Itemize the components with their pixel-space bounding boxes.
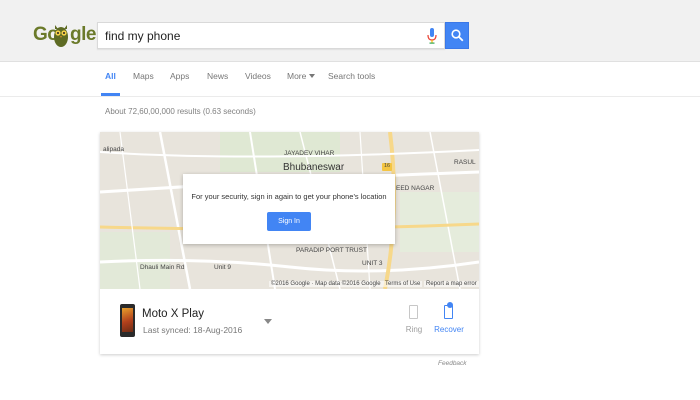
google-doodle-logo[interactable]: Go gle <box>30 20 96 52</box>
result-stats: About 72,60,00,000 results (0.63 seconds… <box>105 107 256 116</box>
recover-button[interactable]: Recover <box>429 302 469 344</box>
microphone-icon[interactable] <box>426 28 438 44</box>
chevron-down-icon <box>309 74 316 78</box>
map-label-dhauli-main-rd: Dhauli Main Rd <box>140 264 185 271</box>
find-my-phone-card: alipada JAYADEV VIHAR Bhubaneswar 16 RAS… <box>100 132 479 354</box>
map-copyright: ©2016 Google · Map data ©2016 Google <box>269 281 383 287</box>
sign-in-button[interactable]: Sign In <box>267 212 311 231</box>
signin-message: For your security, sign in again to get … <box>191 192 387 201</box>
map-terms-link[interactable]: Terms of Use <box>383 281 423 287</box>
ring-label: Ring <box>405 325 423 334</box>
map-label-alipada: alipada <box>103 146 124 153</box>
map-label-jayadev-vihar: JAYADEV VIHAR <box>284 150 335 157</box>
tab-apps-label: Apps <box>170 71 190 81</box>
last-synced: Last synced: 18-Aug-2016 <box>143 325 243 335</box>
signin-dialog: For your security, sign in again to get … <box>183 174 395 244</box>
header-bar: Go gle <box>0 0 700 62</box>
owl-doodle-icon <box>54 25 68 47</box>
tab-search-tools[interactable]: Search tools <box>328 70 375 96</box>
tab-maps[interactable]: Maps <box>133 70 154 96</box>
logo-letters-gle: gle <box>70 24 96 45</box>
recover-phone-icon <box>444 302 453 319</box>
tab-more-label: More <box>287 71 307 81</box>
tabs-divider <box>0 96 700 97</box>
tab-more[interactable]: More <box>287 70 316 96</box>
phone-image <box>120 304 135 337</box>
tab-news[interactable]: News <box>207 70 228 96</box>
map-report-error-link[interactable]: Report a map error <box>424 281 479 287</box>
search-input[interactable] <box>105 27 415 45</box>
ring-button[interactable]: Ring <box>399 304 429 344</box>
tab-maps-label: Maps <box>133 71 154 81</box>
ring-phone-icon <box>409 305 418 319</box>
tab-search-tools-label: Search tools <box>328 71 376 81</box>
tab-news-label: News <box>207 71 229 81</box>
tab-videos-label: Videos <box>245 71 271 81</box>
map-label-paradip-port-trust: PARADIP PORT TRUST <box>296 247 367 254</box>
tab-all-label: All <box>105 71 116 81</box>
map-label-unit-3: UNIT 3 <box>362 260 383 267</box>
tab-all[interactable]: All <box>101 70 120 96</box>
tab-apps[interactable]: Apps <box>170 70 189 96</box>
map-label-unit-9: Unit 9 <box>214 264 231 271</box>
map-view[interactable]: alipada JAYADEV VIHAR Bhubaneswar 16 RAS… <box>100 132 479 289</box>
feedback-link[interactable]: Feedback <box>438 360 467 367</box>
recover-label: Recover <box>434 325 464 334</box>
search-icon <box>451 29 464 42</box>
device-dropdown-chevron-icon[interactable] <box>264 319 272 324</box>
phone-screen <box>122 308 133 332</box>
search-box[interactable] <box>97 22 445 49</box>
tab-videos[interactable]: Videos <box>245 70 271 96</box>
map-label-eed-nagar: EED NAGAR <box>396 185 435 192</box>
device-row: Moto X Play Last synced: 18-Aug-2016 Rin… <box>100 289 479 354</box>
map-label-rasul: RASUL <box>454 159 476 166</box>
map-label-highway-16: 16 <box>384 163 391 169</box>
map-label-bhubaneswar: Bhubaneswar <box>283 162 345 173</box>
search-button[interactable] <box>445 22 469 49</box>
device-name: Moto X Play <box>142 308 204 320</box>
